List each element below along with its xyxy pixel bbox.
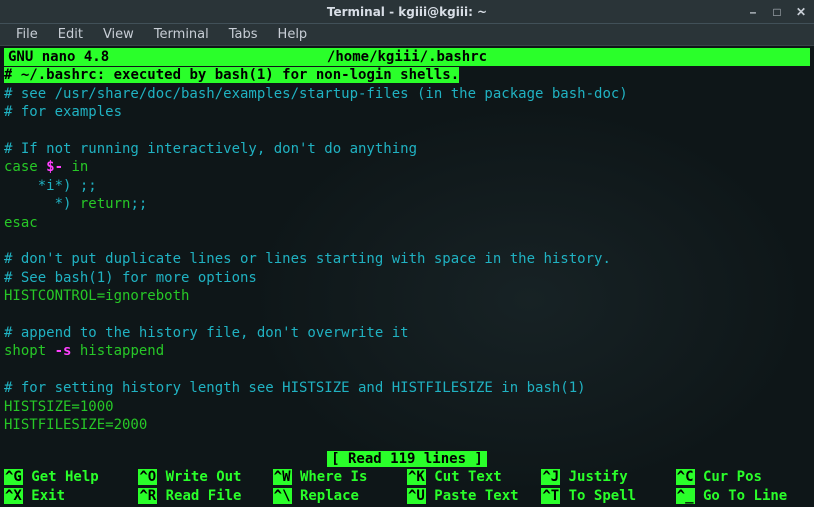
nano-status-line: [ Read 119 lines ]	[4, 450, 810, 468]
shortcut-key: ^G	[4, 469, 23, 485]
shortcut-replace[interactable]: ^\ Replace	[273, 487, 407, 505]
code-line: *i*) ;;	[4, 177, 810, 195]
code-line: # ~/.bashrc: executed by bash(1) for non…	[4, 66, 810, 84]
shortcut-get-help[interactable]: ^G Get Help	[4, 468, 138, 486]
shortcut-key: ^R	[138, 488, 157, 504]
editor-content[interactable]: # ~/.bashrc: executed by bash(1) for non…	[4, 66, 810, 449]
code-line: # If not running interactively, don't do…	[4, 140, 810, 158]
shortcuts-row-2: ^X Exit^R Read File^\ Replace^U Paste Te…	[4, 487, 810, 505]
shortcut-label: Cut Text	[426, 469, 502, 485]
shortcut-label: Write Out	[157, 469, 241, 485]
close-button[interactable]: ✕	[794, 5, 808, 19]
nano-filepath: /home/kgiii/.bashrc	[327, 48, 487, 66]
shortcut-key: ^C	[676, 469, 695, 485]
shortcut-label: Paste Text	[426, 488, 519, 504]
shortcut-label: To Spell	[560, 488, 636, 504]
menu-file[interactable]: File	[8, 25, 46, 44]
shortcut-key: ^T	[541, 488, 560, 504]
code-line: # see /usr/share/doc/bash/examples/start…	[4, 85, 810, 103]
shortcut-write-out[interactable]: ^O Write Out	[138, 468, 272, 486]
shortcut-paste-text[interactable]: ^U Paste Text	[407, 487, 541, 505]
shortcut-justify[interactable]: ^J Justify	[541, 468, 675, 486]
code-line	[4, 361, 810, 379]
code-line: HISTSIZE=1000	[4, 398, 810, 416]
maximize-button[interactable]: □	[770, 5, 784, 19]
shortcut-read-file[interactable]: ^R Read File	[138, 487, 272, 505]
menu-tabs[interactable]: Tabs	[221, 25, 266, 44]
shortcut-key: ^W	[273, 469, 292, 485]
shortcut-key: ^\	[273, 488, 292, 504]
menu-view[interactable]: View	[95, 25, 142, 44]
shortcut-key: ^O	[138, 469, 157, 485]
menu-edit[interactable]: Edit	[50, 25, 91, 44]
window-titlebar: Terminal - kgiii@kgiii: ~ – □ ✕	[0, 0, 814, 24]
code-line	[4, 306, 810, 324]
menubar: File Edit View Terminal Tabs Help	[0, 24, 814, 46]
menu-terminal[interactable]: Terminal	[146, 25, 217, 44]
shortcut-label: Cur Pos	[695, 469, 762, 485]
shortcut-key: ^K	[407, 469, 426, 485]
shortcut-go-to-line[interactable]: ^_ Go To Line	[676, 487, 810, 505]
window-title: Terminal - kgiii@kgiii: ~	[327, 5, 487, 19]
menu-help[interactable]: Help	[270, 25, 316, 44]
shortcut-key: ^X	[4, 488, 23, 504]
shortcut-where-is[interactable]: ^W Where Is	[273, 468, 407, 486]
shortcut-cut-text[interactable]: ^K Cut Text	[407, 468, 541, 486]
code-line	[4, 232, 810, 250]
shortcut-label: Exit	[23, 488, 65, 504]
shortcut-key: ^U	[407, 488, 426, 504]
code-line: # for setting history length see HISTSIZ…	[4, 379, 810, 397]
nano-status: [ Read 119 lines ]	[327, 451, 487, 467]
shortcut-exit[interactable]: ^X Exit	[4, 487, 138, 505]
code-line: esac	[4, 214, 810, 232]
code-line: case $- in	[4, 158, 810, 176]
shortcut-label: Where Is	[292, 469, 368, 485]
code-line: # See bash(1) for more options	[4, 269, 810, 287]
code-line: # for examples	[4, 103, 810, 121]
code-line: # append to the history file, don't over…	[4, 324, 810, 342]
code-line: shopt -s histappend	[4, 342, 810, 360]
shortcut-label: Get Help	[23, 469, 99, 485]
shortcuts-row-1: ^G Get Help^O Write Out^W Where Is^K Cut…	[4, 468, 810, 486]
shortcut-label: Replace	[292, 488, 359, 504]
terminal-area[interactable]: GNU nano 4.8 /home/kgiii/.bashrc # ~/.ba…	[0, 46, 814, 507]
shortcut-cur-pos[interactable]: ^C Cur Pos	[676, 468, 810, 486]
shortcut-to-spell[interactable]: ^T To Spell	[541, 487, 675, 505]
shortcut-key: ^_	[676, 488, 695, 504]
code-line: *) return;;	[4, 195, 810, 213]
code-line: HISTFILESIZE=2000	[4, 416, 810, 434]
shortcut-label: Read File	[157, 488, 241, 504]
shortcut-label: Justify	[560, 469, 627, 485]
shortcut-key: ^J	[541, 469, 560, 485]
shortcut-label: Go To Line	[695, 488, 788, 504]
code-line: HISTCONTROL=ignoreboth	[4, 287, 810, 305]
minimize-button[interactable]: –	[746, 5, 760, 19]
nano-version: GNU nano 4.8	[4, 48, 109, 66]
code-line	[4, 122, 810, 140]
nano-header: GNU nano 4.8 /home/kgiii/.bashrc	[4, 48, 810, 66]
window-controls: – □ ✕	[746, 5, 808, 19]
code-line: # don't put duplicate lines or lines sta…	[4, 250, 810, 268]
